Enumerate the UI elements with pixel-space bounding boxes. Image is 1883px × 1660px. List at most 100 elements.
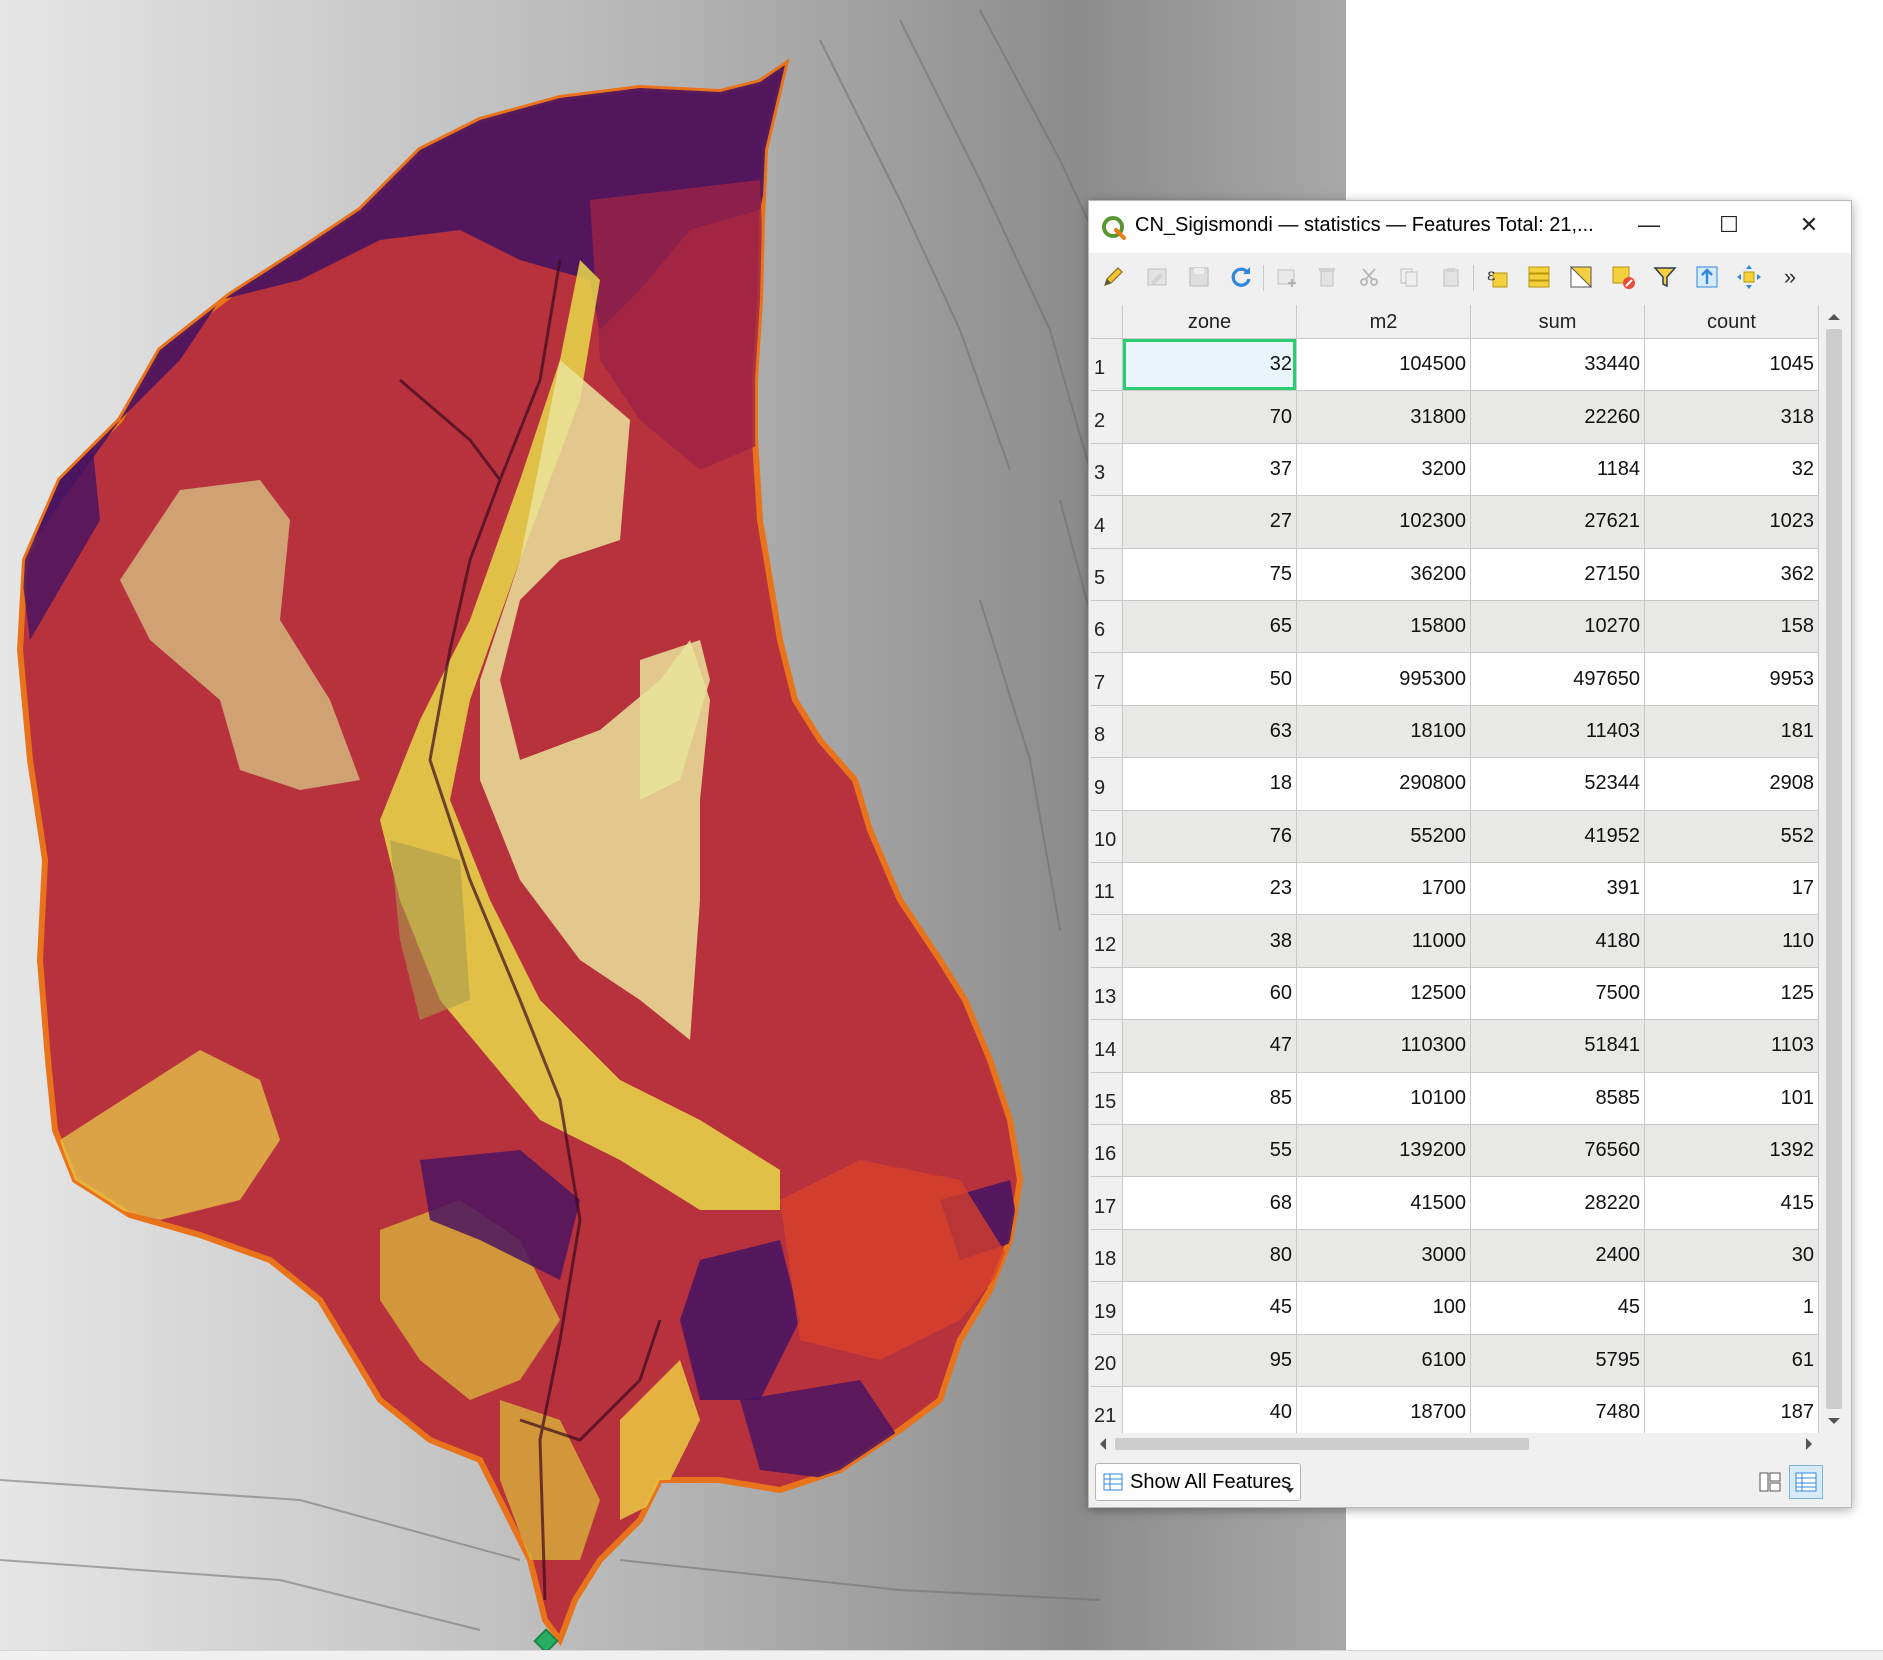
add-feature-button[interactable] (1271, 261, 1303, 293)
table-row[interactable]: 2 70 31800 22260 318 (1091, 391, 1819, 444)
column-header-sum[interactable]: sum (1471, 305, 1645, 339)
cell-sum[interactable]: 11403 (1471, 705, 1645, 759)
cell-count[interactable]: 181 (1645, 705, 1819, 759)
cell-count[interactable]: 17 (1645, 863, 1819, 916)
corner-header[interactable] (1091, 305, 1123, 339)
cell-sum[interactable]: 27621 (1471, 496, 1645, 549)
vertical-scroll-thumb[interactable] (1826, 329, 1842, 1409)
attribute-table-window[interactable]: CN_Sigismondi — statistics — Features To… (1088, 200, 1852, 1508)
toggle-editing-button[interactable] (1097, 261, 1129, 293)
row-number[interactable]: 4 (1091, 496, 1123, 549)
cell-m2[interactable]: 102300 (1297, 496, 1471, 549)
multi-edit-button[interactable] (1141, 261, 1173, 293)
cell-sum[interactable]: 45 (1471, 1282, 1645, 1335)
row-number[interactable]: 1 (1091, 339, 1123, 392)
cell-sum[interactable]: 391 (1471, 863, 1645, 916)
row-number[interactable]: 12 (1091, 915, 1123, 968)
cell-zone[interactable]: 32 (1123, 339, 1297, 392)
horizontal-scrollbar[interactable] (1091, 1433, 1821, 1455)
cell-sum[interactable]: 2400 (1471, 1229, 1645, 1283)
cell-count[interactable]: 318 (1645, 391, 1819, 444)
close-button[interactable]: ✕ (1769, 201, 1849, 249)
row-number[interactable]: 16 (1091, 1125, 1123, 1178)
save-edits-button[interactable] (1183, 261, 1215, 293)
table-row[interactable]: 5 75 36200 27150 362 (1091, 548, 1819, 601)
cell-count[interactable]: 32 (1645, 443, 1819, 497)
cell-zone[interactable]: 60 (1123, 967, 1297, 1021)
cell-sum[interactable]: 10270 (1471, 601, 1645, 654)
select-by-expression-button[interactable]: ε (1481, 261, 1513, 293)
cell-count[interactable]: 415 (1645, 1177, 1819, 1230)
more-tools-button[interactable]: » (1777, 261, 1803, 293)
cell-count[interactable]: 1 (1645, 1282, 1819, 1335)
column-header-zone[interactable]: zone (1123, 305, 1297, 339)
table-row[interactable]: 9 18 290800 52344 2908 (1091, 758, 1819, 811)
cell-m2[interactable]: 18100 (1297, 705, 1471, 759)
deselect-all-button[interactable] (1607, 261, 1639, 293)
row-number[interactable]: 2 (1091, 391, 1123, 444)
invert-selection-button[interactable] (1565, 261, 1597, 293)
cell-m2[interactable]: 55200 (1297, 810, 1471, 863)
copy-button[interactable] (1393, 261, 1425, 293)
table-row[interactable]: 3 37 3200 1184 32 (1091, 443, 1819, 497)
table-row[interactable]: 17 68 41500 28220 415 (1091, 1177, 1819, 1230)
cell-count[interactable]: 110 (1645, 915, 1819, 968)
column-header-m2[interactable]: m2 (1297, 305, 1471, 339)
cell-m2[interactable]: 11000 (1297, 915, 1471, 968)
row-number[interactable]: 20 (1091, 1334, 1123, 1387)
cell-sum[interactable]: 52344 (1471, 758, 1645, 811)
delete-feature-button[interactable] (1311, 261, 1343, 293)
maximize-button[interactable]: ☐ (1689, 201, 1769, 249)
cell-sum[interactable]: 7500 (1471, 967, 1645, 1021)
row-number[interactable]: 6 (1091, 601, 1123, 654)
row-number[interactable]: 7 (1091, 653, 1123, 706)
cell-sum[interactable]: 7480 (1471, 1387, 1645, 1433)
cell-zone[interactable]: 76 (1123, 810, 1297, 863)
table-row[interactable]: 6 65 15800 10270 158 (1091, 601, 1819, 654)
row-number[interactable]: 18 (1091, 1229, 1123, 1283)
table-row[interactable]: 11 23 1700 391 17 (1091, 863, 1819, 916)
cell-zone[interactable]: 47 (1123, 1020, 1297, 1073)
cell-zone[interactable]: 75 (1123, 548, 1297, 601)
cell-count[interactable]: 101 (1645, 1072, 1819, 1125)
cell-count[interactable]: 61 (1645, 1334, 1819, 1387)
table-row[interactable]: 4 27 102300 27621 1023 (1091, 496, 1819, 549)
cell-sum[interactable]: 76560 (1471, 1125, 1645, 1178)
cell-zone[interactable]: 50 (1123, 653, 1297, 706)
cell-m2[interactable]: 15800 (1297, 601, 1471, 654)
attribute-table[interactable]: zone m2 sum count 1 32 104500 33440 1045 2 70 3… (1091, 305, 1819, 1433)
cell-sum[interactable]: 41952 (1471, 810, 1645, 863)
cell-m2[interactable]: 1700 (1297, 863, 1471, 916)
cell-m2[interactable]: 36200 (1297, 548, 1471, 601)
cell-count[interactable]: 187 (1645, 1387, 1819, 1433)
cell-m2[interactable]: 3200 (1297, 443, 1471, 497)
row-number[interactable]: 19 (1091, 1282, 1123, 1335)
table-row[interactable]: 20 95 6100 5795 61 (1091, 1334, 1819, 1387)
cell-zone[interactable]: 85 (1123, 1072, 1297, 1125)
cell-zone[interactable]: 40 (1123, 1387, 1297, 1433)
cell-m2[interactable]: 10100 (1297, 1072, 1471, 1125)
cell-sum[interactable]: 22260 (1471, 391, 1645, 444)
cell-m2[interactable]: 995300 (1297, 653, 1471, 706)
cell-zone[interactable]: 38 (1123, 915, 1297, 968)
cell-zone[interactable]: 37 (1123, 443, 1297, 497)
table-row[interactable]: 15 85 10100 8585 101 (1091, 1072, 1819, 1125)
cell-count[interactable]: 1023 (1645, 496, 1819, 549)
cell-sum[interactable]: 1184 (1471, 443, 1645, 497)
cell-sum[interactable]: 51841 (1471, 1020, 1645, 1073)
cell-zone[interactable]: 55 (1123, 1125, 1297, 1178)
cell-count[interactable]: 2908 (1645, 758, 1819, 811)
cell-count[interactable]: 1103 (1645, 1020, 1819, 1073)
form-view-button[interactable] (1753, 1465, 1787, 1499)
cell-zone[interactable]: 70 (1123, 391, 1297, 444)
cell-count[interactable]: 158 (1645, 601, 1819, 654)
cell-sum[interactable]: 4180 (1471, 915, 1645, 968)
table-row[interactable]: 1 32 104500 33440 1045 (1091, 339, 1819, 392)
select-all-button[interactable] (1523, 261, 1555, 293)
row-number[interactable]: 14 (1091, 1020, 1123, 1073)
table-row[interactable]: 19 45 100 45 1 (1091, 1282, 1819, 1335)
cut-button[interactable] (1353, 261, 1385, 293)
row-number[interactable]: 3 (1091, 443, 1123, 497)
row-number[interactable]: 5 (1091, 548, 1123, 601)
cell-m2[interactable]: 31800 (1297, 391, 1471, 444)
